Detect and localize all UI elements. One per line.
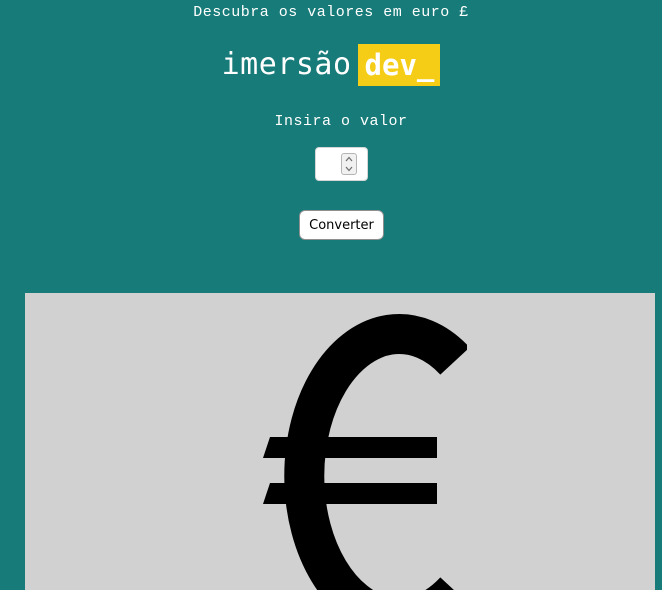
value-input-container [315, 147, 368, 181]
euro-image-panel [25, 293, 655, 590]
logo-word: imersão [221, 47, 352, 82]
value-input[interactable] [318, 149, 340, 179]
number-spinner[interactable] [341, 153, 357, 175]
convert-button[interactable]: Converter [299, 210, 384, 240]
chevron-down-icon [345, 166, 353, 172]
euro-icon [263, 314, 467, 590]
spinner-up-button[interactable] [342, 154, 356, 164]
value-prompt-label: Insira o valor [274, 113, 408, 130]
chevron-up-icon [345, 156, 353, 162]
logo-badge: dev_ [357, 44, 441, 86]
imersao-dev-logo: imersão dev_ [0, 44, 662, 86]
spinner-down-button[interactable] [342, 164, 356, 174]
page-headline: Descubra os valores em euro £ [193, 4, 469, 21]
